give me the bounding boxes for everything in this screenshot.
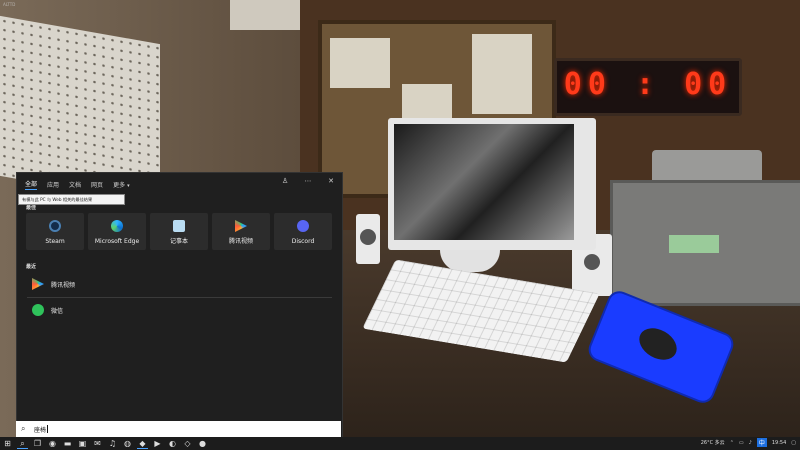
left-speaker: [356, 214, 380, 264]
search-input[interactable]: ⌕ 座椅: [16, 421, 341, 437]
tab-web[interactable]: 网页: [91, 180, 103, 189]
recent-label: 最近: [26, 264, 37, 270]
tab-more[interactable]: 更多 ▾: [113, 180, 130, 189]
app-tile-notepad[interactable]: 记事本: [150, 213, 208, 250]
app-tile-label: 记事本: [169, 238, 188, 245]
input-method-indicator[interactable]: 中: [756, 438, 767, 447]
tencent-video-icon[interactable]: ▶: [152, 438, 163, 449]
radio-equipment: [610, 180, 800, 306]
text-cursor: [47, 425, 49, 433]
search-icon: ⌕: [21, 424, 26, 433]
weather-widget[interactable]: 26°C 多云: [701, 439, 725, 446]
mail-icon[interactable]: ✉: [92, 438, 103, 449]
discord-icon: [297, 220, 309, 232]
app-icon[interactable]: ●: [197, 438, 208, 449]
recent-list: 腾讯视频 微信: [17, 272, 342, 323]
app-icon[interactable]: ◇: [182, 438, 193, 449]
clock-readout: 00 : 00: [563, 67, 733, 102]
clock[interactable]: 19:54: [772, 440, 786, 446]
best-match-label: 最佳: [26, 205, 37, 211]
tencent-video-icon: [32, 278, 44, 290]
recent-item-wechat[interactable]: 微信: [17, 298, 342, 323]
steam-icon: [49, 220, 61, 232]
tab-more-label: 更多: [113, 181, 126, 189]
app-tile-label: Steam: [45, 238, 65, 245]
edge-icon[interactable]: ◉: [47, 438, 58, 449]
more-options-icon[interactable]: ⋯: [303, 177, 313, 185]
recent-item-label: 微信: [51, 308, 64, 315]
search-panel: 全部 应用 文档 网页 更多 ▾ ♙ ⋯ ✕ 最佳 Steam Microsoft…: [16, 172, 343, 440]
chevron-up-icon[interactable]: ⌃: [730, 440, 734, 446]
network-icon[interactable]: ▭: [739, 440, 744, 446]
app-tile-label: Microsoft Edge: [94, 238, 140, 245]
windows-start-icon[interactable]: ⊞: [2, 438, 13, 449]
search-query: 座椅: [34, 427, 47, 434]
system-tray: 26°C 多云 ⌃ ▭ ♪ 中 19:54 ▢: [701, 438, 796, 447]
digital-clock: 00 : 00: [554, 58, 742, 116]
notepad-icon: [173, 220, 185, 232]
panel-toolbar: ♙ ⋯ ✕: [280, 177, 336, 185]
radio-display: [669, 235, 719, 253]
taskbar-icons: ⊞ ⌕ ❐ ◉ ▬ ▣ ✉ ♫ ◍ ◆ ▶ ◐ ◇ ●: [2, 438, 208, 449]
game-icon[interactable]: ◆: [137, 438, 148, 449]
volume-icon[interactable]: ♪: [749, 440, 752, 446]
tab-apps[interactable]: 应用: [47, 180, 59, 189]
search-icon[interactable]: ⌕: [17, 438, 28, 449]
edge-icon: [111, 220, 123, 232]
steam-icon[interactable]: ◍: [122, 438, 133, 449]
app-tile-steam[interactable]: Steam: [26, 213, 84, 250]
task-view-icon[interactable]: ❐: [32, 438, 43, 449]
account-icon[interactable]: ♙: [280, 177, 290, 185]
media-icon[interactable]: ♫: [107, 438, 118, 449]
tooltip: 有模与此 PC 与 Web 相关的最佳结果: [18, 194, 125, 205]
app-tile-discord[interactable]: Discord: [274, 213, 332, 250]
app-tiles: Steam Microsoft Edge 记事本 腾讯视频 Discord: [26, 213, 332, 250]
tab-documents[interactable]: 文档: [69, 180, 81, 189]
wechat-icon[interactable]: ◐: [167, 438, 178, 449]
close-icon[interactable]: ✕: [326, 177, 336, 185]
app-tile-edge[interactable]: Microsoft Edge: [88, 213, 146, 250]
chevron-down-icon: ▾: [127, 182, 130, 189]
crt-monitor: [388, 118, 596, 250]
taskbar: ⊞ ⌕ ❐ ◉ ▬ ▣ ✉ ♫ ◍ ◆ ▶ ◐ ◇ ● 26°C 多云 ⌃ ▭ …: [0, 437, 800, 450]
file-explorer-icon[interactable]: ▬: [62, 438, 73, 449]
recent-item-tencent-video[interactable]: 腾讯视频: [17, 272, 342, 297]
tencent-video-icon: [235, 220, 247, 232]
watermark: ALTTD: [3, 2, 16, 7]
store-icon[interactable]: ▣: [77, 438, 88, 449]
app-tile-label: 腾讯视频: [228, 238, 253, 245]
wechat-icon: [32, 304, 44, 316]
monitor-screen: [394, 124, 574, 240]
notification-icon[interactable]: ▢: [791, 440, 796, 446]
tab-all[interactable]: 全部: [25, 179, 38, 190]
search-tabs: 全部 应用 文档 网页 更多 ▾: [25, 177, 130, 191]
app-tile-label: Discord: [291, 238, 315, 245]
recent-item-label: 腾讯视频: [51, 282, 76, 289]
app-tile-tencent-video[interactable]: 腾讯视频: [212, 213, 270, 250]
